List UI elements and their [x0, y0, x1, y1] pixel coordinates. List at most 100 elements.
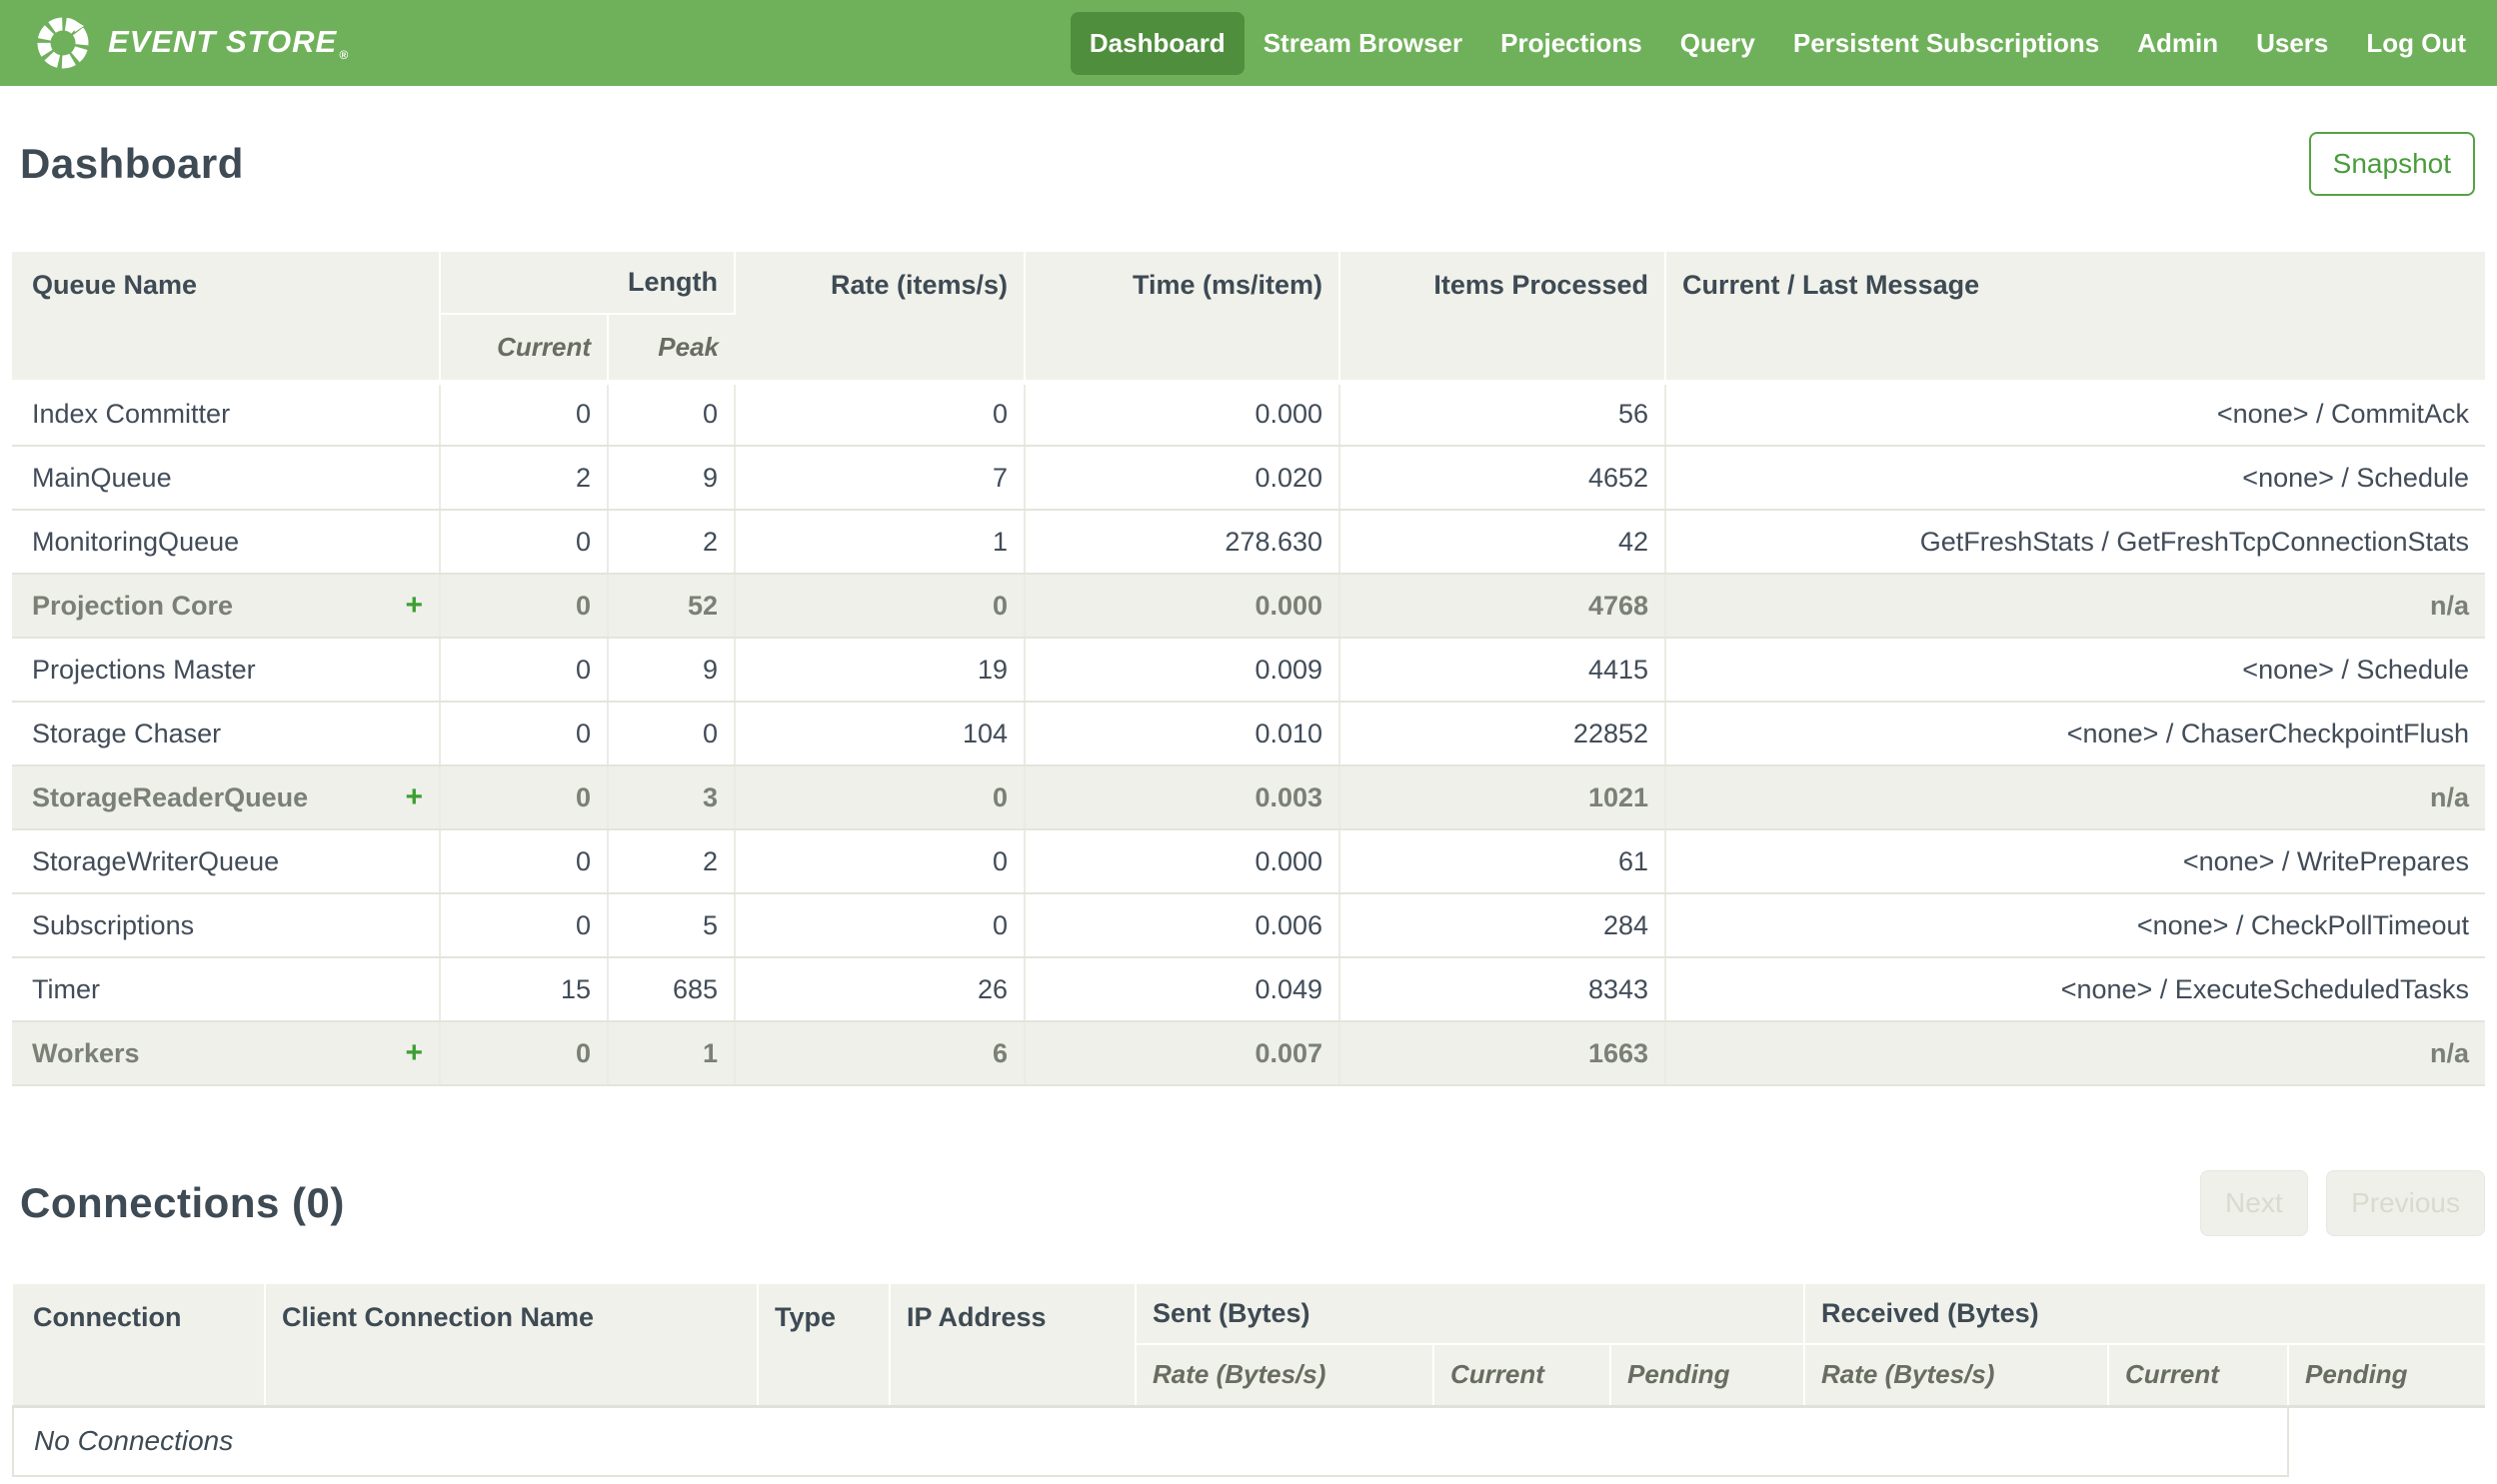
- nav-item-persistent-subscriptions[interactable]: Persistent Subscriptions: [1774, 12, 2118, 75]
- col-sent-current: Current: [1433, 1344, 1611, 1408]
- nav-item-query[interactable]: Query: [1661, 12, 1774, 75]
- previous-button[interactable]: Previous: [2326, 1170, 2485, 1236]
- items-processed-value: 22852: [1339, 702, 1667, 766]
- col-sent-pending: Pending: [1610, 1344, 1805, 1408]
- connections-title: Connections (0): [20, 1179, 345, 1226]
- expand-icon[interactable]: +: [405, 782, 423, 812]
- time-value: 0.010: [1025, 702, 1341, 766]
- message-value: <none> / ExecuteScheduledTasks: [1665, 957, 2485, 1022]
- col-rate: Rate (items/s): [735, 252, 1027, 382]
- message-value: n/a: [1665, 1021, 2485, 1086]
- col-length-current: Current: [440, 314, 609, 382]
- queue-name-label: Index Committer: [32, 399, 231, 430]
- length-peak-value: 1: [608, 1021, 737, 1086]
- expand-icon[interactable]: +: [405, 1038, 423, 1068]
- length-peak-value: 52: [608, 574, 737, 639]
- length-current-value: 0: [440, 893, 609, 958]
- length-current-value: 0: [440, 510, 609, 575]
- queue-name-label: StorageWriterQueue: [32, 845, 280, 876]
- items-processed-value: 4415: [1339, 638, 1667, 703]
- connections-table-header: Connection Client Connection Name Type I…: [13, 1284, 2485, 1408]
- connections-table-body: No Connections: [12, 1406, 2485, 1477]
- col-sent-bytes: Sent (Bytes): [1136, 1284, 1805, 1345]
- time-value: 0.049: [1025, 957, 1341, 1022]
- items-processed-value: 1021: [1339, 765, 1667, 830]
- next-button[interactable]: Next: [2200, 1170, 2308, 1236]
- rate-value: 0: [735, 379, 1027, 447]
- connections-table: Connection Client Connection Name Type I…: [12, 1284, 2485, 1477]
- length-current-value: 0: [440, 765, 609, 830]
- rate-value: 6: [735, 1021, 1027, 1086]
- no-connections-message: No Connections: [12, 1406, 2289, 1477]
- rate-value: 104: [735, 702, 1027, 766]
- nav-item-users[interactable]: Users: [2237, 12, 2347, 75]
- message-value: <none> / Schedule: [1665, 638, 2485, 703]
- length-current-value: 0: [440, 638, 609, 703]
- queue-name-label: MonitoringQueue: [32, 526, 240, 557]
- length-peak-value: 9: [608, 446, 737, 511]
- rate-value: 0: [735, 829, 1027, 894]
- length-peak-value: 3: [608, 765, 737, 830]
- rate-value: 0: [735, 574, 1027, 639]
- queue-name-label: Projection Core: [32, 590, 234, 621]
- col-length-peak: Peak: [608, 314, 736, 382]
- col-time: Time (ms/item): [1025, 252, 1341, 382]
- rate-value: 19: [735, 638, 1027, 703]
- time-value: 0.003: [1025, 765, 1341, 830]
- col-ip-address: IP Address: [890, 1284, 1137, 1408]
- page-title: Dashboard: [20, 140, 244, 187]
- nav-item-admin[interactable]: Admin: [2118, 12, 2237, 75]
- brand-text: EVENT STORE ®: [108, 23, 350, 63]
- length-peak-value: 685: [608, 957, 737, 1022]
- table-row: Subscriptions 0 5 0 0.006 284 <none> / C…: [12, 893, 2485, 958]
- items-processed-value: 42: [1339, 510, 1667, 575]
- col-received-current: Current: [2108, 1344, 2289, 1408]
- col-sent-rate: Rate (Bytes/s): [1136, 1344, 1434, 1408]
- col-message: Current / Last Message: [1665, 252, 2485, 382]
- table-row: Projection Core + 0 52 0 0.000 4768 n/a: [12, 574, 2485, 639]
- snapshot-button[interactable]: Snapshot: [2308, 132, 2475, 196]
- time-value: 0.007: [1025, 1021, 1341, 1086]
- registered-mark: ®: [339, 48, 350, 63]
- main-content: Dashboard Snapshot Queue Name Length Rat…: [0, 132, 2497, 1477]
- rate-value: 1: [735, 510, 1027, 575]
- length-current-value: 15: [440, 957, 609, 1022]
- length-current-value: 0: [440, 1021, 609, 1086]
- time-value: 0.000: [1025, 379, 1341, 447]
- items-processed-value: 4768: [1339, 574, 1667, 639]
- page-head: Dashboard Snapshot: [12, 132, 2485, 196]
- col-received-rate: Rate (Bytes/s): [1804, 1344, 2109, 1408]
- table-row: Workers + 0 1 6 0.007 1663 n/a: [12, 1021, 2485, 1086]
- col-length: Length: [440, 252, 737, 315]
- nav-item-stream-browser[interactable]: Stream Browser: [1245, 12, 1481, 75]
- length-peak-value: 0: [608, 379, 737, 447]
- connections-head: Connections (0) Next Previous: [12, 1170, 2485, 1236]
- time-value: 0.020: [1025, 446, 1341, 511]
- nav-item-log-out[interactable]: Log Out: [2347, 12, 2485, 75]
- rate-value: 26: [735, 957, 1027, 1022]
- message-value: <none> / CheckPollTimeout: [1665, 893, 2485, 958]
- queue-name-label: Projections Master: [32, 654, 256, 685]
- message-value: GetFreshStats / GetFreshTcpConnectionSta…: [1665, 510, 2485, 575]
- rate-value: 0: [735, 893, 1027, 958]
- pager: Next Previous: [2186, 1170, 2485, 1236]
- message-value: <none> / Schedule: [1665, 446, 2485, 511]
- table-row: MainQueue 2 9 7 0.020 4652 <none> / Sche…: [12, 446, 2485, 511]
- nav-item-dashboard[interactable]: Dashboard: [1070, 11, 1245, 75]
- time-value: 0.009: [1025, 638, 1341, 703]
- no-connections-row: No Connections: [12, 1406, 2485, 1477]
- expand-icon[interactable]: +: [405, 591, 423, 621]
- queue-name-label: Subscriptions: [32, 909, 195, 940]
- col-received-pending: Pending: [2288, 1344, 2485, 1408]
- nav-item-projections[interactable]: Projections: [1481, 12, 1661, 75]
- length-peak-value: 0: [608, 702, 737, 766]
- table-row: MonitoringQueue 0 2 1 278.630 42 GetFres…: [12, 510, 2485, 575]
- items-processed-value: 4652: [1339, 446, 1667, 511]
- brand-link[interactable]: EVENT STORE ®: [34, 14, 349, 72]
- length-peak-value: 2: [608, 510, 737, 575]
- col-received-bytes: Received (Bytes): [1804, 1284, 2485, 1345]
- items-processed-value: 284: [1339, 893, 1667, 958]
- rate-value: 7: [735, 446, 1027, 511]
- message-value: <none> / ChaserCheckpointFlush: [1665, 702, 2485, 766]
- length-current-value: 2: [440, 446, 609, 511]
